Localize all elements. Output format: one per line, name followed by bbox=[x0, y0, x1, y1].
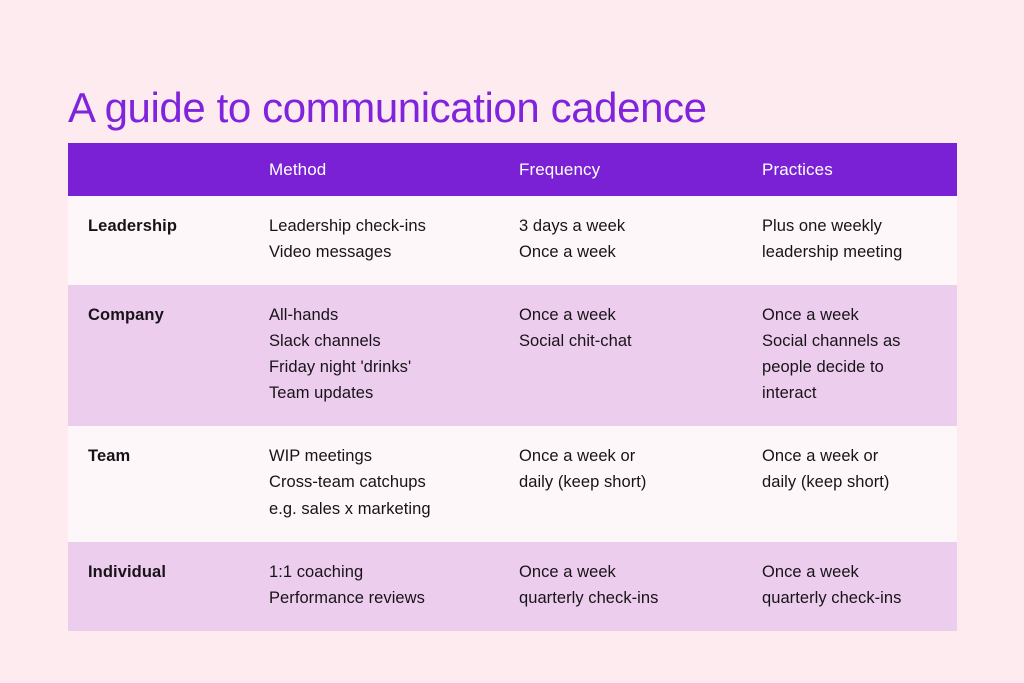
column-header-frequency: Frequency bbox=[519, 159, 601, 179]
cell-line: Friday night 'drinks' bbox=[269, 358, 412, 377]
column-header-method: Method bbox=[269, 159, 327, 179]
cell-line: Once a week bbox=[762, 562, 859, 581]
cell-line: Team updates bbox=[269, 384, 374, 403]
row-label-team: Team bbox=[88, 447, 131, 466]
cell-practices: Once a week quarterly check-ins bbox=[742, 542, 957, 631]
column-header-practices: Practices bbox=[762, 159, 833, 179]
cell-line: leadership meeting bbox=[762, 243, 903, 262]
row-label-leadership: Leadership bbox=[88, 217, 178, 235]
cell-practices: Plus one weekly leadership meeting bbox=[742, 196, 957, 285]
cell-line: Once a week or bbox=[519, 447, 636, 466]
cell-method: WIP meetings Cross-team catchups e.g. sa… bbox=[249, 426, 499, 541]
cell-line: 3 days a week bbox=[519, 217, 626, 235]
table-row: Leadership Leadership check-ins Video me… bbox=[68, 196, 957, 286]
cell-line: quarterly check-ins bbox=[519, 588, 659, 607]
cell-line: daily (keep short) bbox=[519, 473, 647, 492]
table-row: Team WIP meetings Cross-team catchups e.… bbox=[68, 426, 957, 542]
infographic-page: A guide to communication cadence Method … bbox=[0, 0, 1024, 683]
cell-method: Leadership check-ins Video messages bbox=[249, 196, 499, 285]
cell-line: Leadership check-ins bbox=[269, 217, 426, 235]
cell-line: quarterly check-ins bbox=[762, 588, 902, 607]
cell-line: Once a week or bbox=[762, 447, 879, 466]
cell-line: Plus one weekly bbox=[762, 217, 882, 235]
cell-practices: Once a week or daily (keep short) bbox=[742, 426, 957, 541]
cell-practices: Once a week Social channels as people de… bbox=[742, 285, 957, 426]
cell-line: Social channels as bbox=[762, 332, 901, 351]
cell-line: Cross-team catchups bbox=[269, 473, 426, 492]
cell-frequency: Once a week Social chit-chat bbox=[499, 285, 742, 426]
cell-line: Performance reviews bbox=[269, 588, 425, 607]
table-body: Leadership Leadership check-ins Video me… bbox=[68, 196, 957, 631]
cell-line: Video messages bbox=[269, 243, 392, 262]
cell-line: All-hands bbox=[269, 306, 339, 325]
cell-line: Slack channels bbox=[269, 332, 381, 351]
cell-frequency: Once a week or daily (keep short) bbox=[499, 426, 742, 541]
cell-line: interact bbox=[762, 384, 817, 403]
column-header-category bbox=[68, 143, 249, 196]
cell-line: 1:1 coaching bbox=[269, 562, 364, 581]
cell-frequency: Once a week quarterly check-ins bbox=[499, 542, 742, 631]
cell-line: Once a week bbox=[519, 306, 616, 325]
row-label-company: Company bbox=[88, 306, 164, 325]
cell-line: Once a week bbox=[519, 562, 616, 581]
cell-line: daily (keep short) bbox=[762, 473, 890, 492]
row-label-individual: Individual bbox=[88, 562, 167, 581]
cell-line: people decide to bbox=[762, 358, 884, 377]
cell-line: Once a week bbox=[519, 243, 616, 262]
page-title: A guide to communication cadence bbox=[68, 84, 707, 132]
cell-method: 1:1 coaching Performance reviews bbox=[249, 542, 499, 631]
table-header: Method Frequency Practices bbox=[68, 143, 957, 196]
communication-cadence-table: Method Frequency Practices Leadership Le… bbox=[68, 143, 957, 631]
cell-line: e.g. sales x marketing bbox=[269, 499, 431, 518]
table-row: Company All-hands Slack channels Friday … bbox=[68, 285, 957, 427]
cell-line: Once a week bbox=[762, 306, 859, 325]
cell-line: WIP meetings bbox=[269, 447, 372, 466]
cell-line: Social chit-chat bbox=[519, 332, 632, 351]
cell-method: All-hands Slack channels Friday night 'd… bbox=[249, 285, 499, 426]
table-header-row: Method Frequency Practices bbox=[68, 143, 957, 196]
cell-frequency: 3 days a week Once a week bbox=[499, 196, 742, 285]
table-row: Individual 1:1 coaching Performance revi… bbox=[68, 541, 957, 631]
